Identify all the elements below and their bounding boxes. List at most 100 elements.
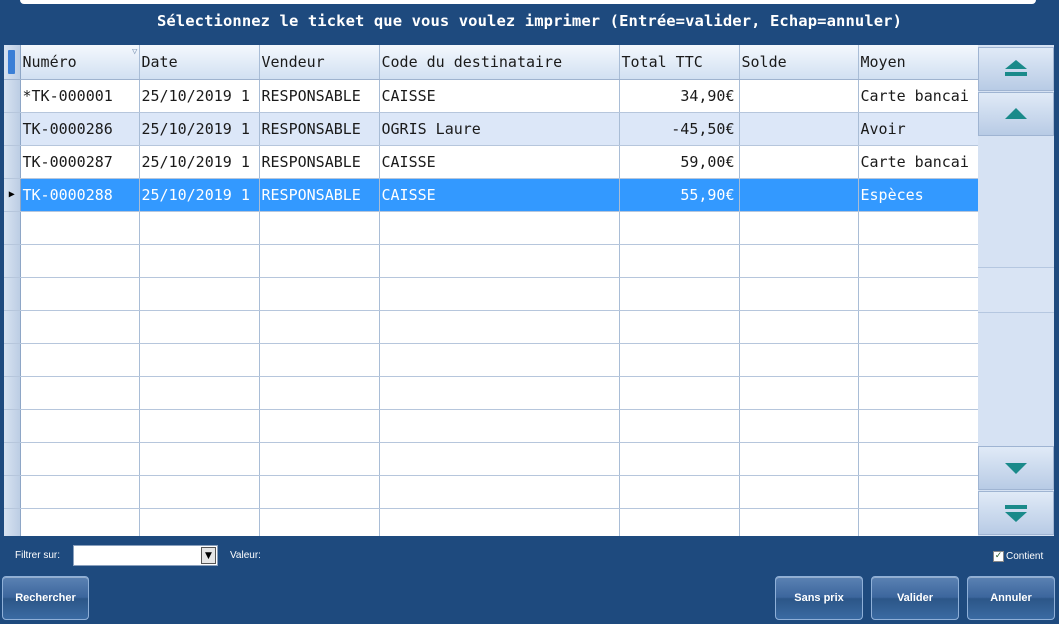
cell-solde <box>739 145 859 179</box>
row-indicator[interactable] <box>4 112 21 146</box>
sans-prix-button[interactable]: Sans prix <box>775 576 863 620</box>
cell-numero <box>20 508 140 536</box>
empty-row <box>4 508 978 536</box>
cell-code <box>379 277 620 311</box>
header-indicator <box>4 45 21 80</box>
column-header-solde[interactable]: Solde <box>739 45 859 80</box>
cell-solde <box>739 409 859 443</box>
cell-solde <box>739 211 859 245</box>
row-indicator[interactable] <box>4 310 21 344</box>
cell-vendeur: RESPONSABLE <box>259 145 380 179</box>
empty-row <box>4 409 978 443</box>
row-indicator[interactable]: ▶ <box>4 178 21 212</box>
cell-total <box>619 211 740 245</box>
empty-row <box>4 277 978 311</box>
cell-total <box>619 310 740 344</box>
cell-solde <box>739 178 859 212</box>
contient-label: Contient <box>1006 551 1044 562</box>
cell-vendeur: RESPONSABLE <box>259 112 380 146</box>
cell-numero: TK-0000287 <box>20 145 140 179</box>
cell-code <box>379 244 620 278</box>
cell-moyen: Carte bancai <box>858 145 978 179</box>
cell-numero <box>20 376 140 410</box>
cell-date: 25/10/2019 1 <box>139 112 260 146</box>
cell-total: -45,50€ <box>619 112 740 146</box>
cell-date <box>139 475 260 509</box>
rechercher-button[interactable]: Rechercher <box>2 576 89 620</box>
column-header-code[interactable]: Code du destinataire <box>379 45 620 80</box>
row-indicator[interactable] <box>4 211 21 245</box>
page-down-button[interactable] <box>978 491 1054 535</box>
row-indicator[interactable] <box>4 442 21 476</box>
cell-vendeur <box>259 244 380 278</box>
cell-solde <box>739 112 859 146</box>
column-header-numero[interactable]: Numéro <box>20 45 140 80</box>
valider-button[interactable]: Valider <box>871 576 959 620</box>
row-indicator[interactable] <box>4 145 21 179</box>
cell-moyen <box>858 409 978 443</box>
cell-total <box>619 376 740 410</box>
page-down-icon <box>1005 505 1027 522</box>
cell-solde <box>739 79 859 113</box>
cell-solde <box>739 442 859 476</box>
cell-date: 25/10/2019 1 <box>139 145 260 179</box>
contient-option[interactable]: ✓ Contient <box>993 551 1043 562</box>
line-down-button[interactable] <box>978 446 1054 490</box>
table-row[interactable]: ▶ TK-0000288 25/10/2019 1 RESPONSABLE CAISSE… <box>4 178 978 212</box>
cell-vendeur <box>259 211 380 245</box>
filter-combobox[interactable]: ▼ <box>73 545 218 566</box>
chevron-down-icon[interactable]: ▼ <box>201 547 216 564</box>
empty-row <box>4 442 978 476</box>
row-indicator[interactable] <box>4 79 21 113</box>
cell-vendeur <box>259 376 380 410</box>
cell-numero <box>20 475 140 509</box>
row-indicator[interactable] <box>4 277 21 311</box>
cell-numero <box>20 442 140 476</box>
focus-marker <box>8 49 16 74</box>
row-indicator[interactable] <box>4 475 21 509</box>
cell-date <box>139 376 260 410</box>
column-header-date[interactable]: Date <box>139 45 260 80</box>
ticket-grid[interactable]: Numéro Date Vendeur Code du destinataire… <box>4 45 978 536</box>
row-indicator[interactable] <box>4 244 21 278</box>
row-indicator[interactable] <box>4 376 21 410</box>
column-header-total[interactable]: Total TTC <box>619 45 740 80</box>
cell-moyen <box>858 310 978 344</box>
cell-code <box>379 442 620 476</box>
column-header-moyen[interactable]: Moyen <box>858 45 978 80</box>
cell-date <box>139 343 260 377</box>
row-indicator[interactable] <box>4 343 21 377</box>
page-up-button[interactable] <box>978 47 1054 91</box>
cell-code: CAISSE <box>379 178 620 212</box>
line-up-button[interactable] <box>978 92 1054 136</box>
contient-checkbox[interactable]: ✓ <box>993 551 1004 562</box>
table-row[interactable]: *TK-000001 25/10/2019 1 RESPONSABLE CAISSE 3… <box>4 79 978 113</box>
page-up-icon <box>1005 60 1027 76</box>
sort-indicator-icon: ▽ <box>132 47 138 57</box>
line-up-icon <box>1005 108 1027 119</box>
table-row[interactable]: TK-0000287 25/10/2019 1 RESPONSABLE CAISSE 5… <box>4 145 978 179</box>
row-indicator[interactable] <box>4 409 21 443</box>
cell-total <box>619 277 740 311</box>
cell-moyen <box>858 376 978 410</box>
cell-date <box>139 442 260 476</box>
cell-code <box>379 343 620 377</box>
cell-code <box>379 475 620 509</box>
row-indicator[interactable] <box>4 508 21 536</box>
cell-solde <box>739 343 859 377</box>
vertical-scrollbar[interactable] <box>978 45 1054 536</box>
cell-moyen <box>858 211 978 245</box>
cell-moyen <box>858 508 978 536</box>
table-row[interactable]: TK-0000286 25/10/2019 1 RESPONSABLE OGRIS L… <box>4 112 978 146</box>
cell-moyen <box>858 277 978 311</box>
cell-numero: TK-0000288 <box>20 178 140 212</box>
scroll-thumb[interactable] <box>978 267 1054 313</box>
top-window-strip <box>0 0 1059 5</box>
cell-date <box>139 310 260 344</box>
column-header-vendeur[interactable]: Vendeur <box>259 45 380 80</box>
cell-total <box>619 343 740 377</box>
empty-row <box>4 475 978 509</box>
cell-solde <box>739 376 859 410</box>
annuler-button[interactable]: Annuler <box>967 576 1055 620</box>
cell-total <box>619 442 740 476</box>
